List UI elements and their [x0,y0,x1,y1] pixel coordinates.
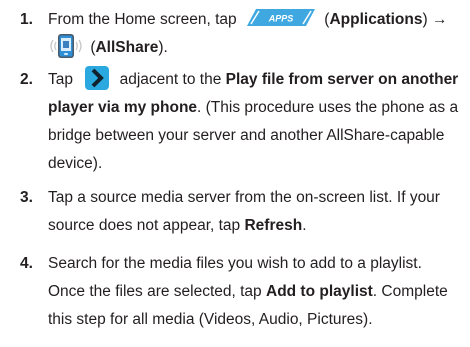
step-text-segment: Search for the media files you wish to a… [48,255,422,272]
apps-button-icon: APPS [246,9,315,27]
step-text: Tap adjacent to the Play file from serve… [48,65,466,178]
applications-label: Applications [329,11,423,28]
step-text-segment: Once the files are selected, tap [48,283,262,300]
step-text: From the Home screen, tap APPS (Applicat… [48,6,466,62]
step-number: 4. [20,255,33,272]
step-number: 1. [20,11,33,28]
step-text-segment: Tap [48,71,73,88]
step-text-segment: bridge between your server and another A… [48,127,445,144]
refresh-label: Refresh [244,217,303,234]
step-number: 2. [20,71,33,88]
allshare-label: AllShare [95,39,159,56]
step-text-segment: ) → [422,11,448,28]
step-text: Search for the media files you wish to a… [48,250,466,334]
step-text-segment: this step for all media (Videos, Audio, … [48,311,373,328]
step-text: Tap a source media server from the on-sc… [48,184,466,240]
option-label: player via my phone [48,99,198,116]
step-number: 3. [20,189,33,206]
apps-label: APPS [268,14,294,24]
step-text-segment: device). [48,155,103,172]
step-text-segment: . [302,217,307,234]
step-text-segment: Tap a source media server from the on-sc… [48,189,440,206]
step-text-segment: adjacent to the [119,71,222,88]
step-text-segment: source does not appear, tap [48,217,241,234]
step-text-segment: . Complete [372,283,448,300]
option-label: Play file from server on another [225,71,459,88]
step-text-segment: ). [158,39,168,56]
add-to-playlist-label: Add to playlist [266,283,373,300]
instruction-list: 1. From the Home screen, tap APPS (Appli… [0,0,470,347]
step-text-segment: From the Home screen, tap [48,11,237,28]
step-text-segment: . (This procedure uses the phone as a [197,99,459,116]
chevron-right-icon [85,65,110,90]
allshare-icon [48,33,84,59]
